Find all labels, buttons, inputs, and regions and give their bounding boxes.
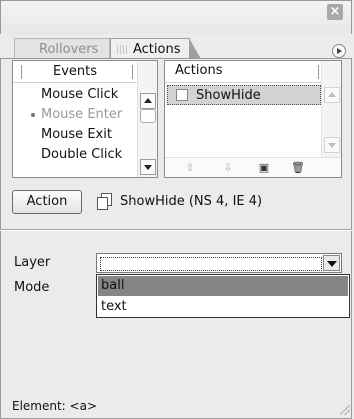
scroll-down-icon[interactable]	[140, 159, 156, 175]
event-item-mouse-exit[interactable]: Mouse Exit	[13, 125, 137, 145]
tab-actions[interactable]: Actions	[110, 38, 201, 59]
layer-label: Layer	[14, 255, 51, 270]
action-button-label: Action	[26, 194, 68, 209]
option-label: ball	[101, 278, 125, 293]
events-header: Events	[13, 61, 137, 83]
event-item-label: Double Click	[41, 147, 123, 162]
actions-header-label: Actions	[175, 63, 223, 78]
event-item-label: Mouse Exit	[41, 127, 112, 142]
divider-highlight	[0, 230, 352, 231]
actions-list[interactable]: Actions ShowHide ⇧ ⇩ ▣ 🗑	[164, 60, 342, 178]
tab-grip-icon	[117, 45, 127, 54]
actions-toolbar: ⇧ ⇩ ▣ 🗑	[165, 157, 341, 177]
move-down-icon[interactable]: ⇩	[221, 161, 235, 175]
action-checkbox[interactable]	[176, 89, 188, 101]
events-scrollbar[interactable]	[137, 61, 157, 177]
showhide-icon	[97, 193, 112, 210]
event-item-mouse-enter[interactable]: Mouse Enter	[13, 105, 137, 125]
scroll-thumb[interactable]	[140, 109, 156, 123]
close-icon[interactable]: ×	[327, 4, 343, 20]
layer-select[interactable]	[96, 253, 342, 273]
event-item-double-click[interactable]: Double Click	[13, 145, 137, 165]
action-button[interactable]: Action	[12, 190, 82, 214]
element-status: Element: <a>	[12, 399, 98, 413]
bullet-icon	[31, 113, 35, 117]
panel-titlebar: ×	[0, 0, 352, 34]
layer-dropdown-list[interactable]: ball text	[96, 274, 350, 318]
scroll-up-icon[interactable]	[324, 87, 340, 103]
trash-icon[interactable]: 🗑	[291, 161, 305, 175]
tab-rollovers[interactable]: Rollovers	[14, 38, 110, 59]
option-label: text	[101, 299, 127, 314]
action-item-showhide[interactable]: ShowHide	[167, 85, 321, 105]
action-target-label: ShowHide (NS 4, IE 4)	[120, 194, 263, 209]
layer-option-text[interactable]: text	[98, 297, 348, 317]
event-item-label: Mouse Click	[41, 87, 119, 102]
save-icon[interactable]: ▣	[257, 161, 271, 175]
scroll-up-icon[interactable]	[140, 93, 156, 109]
actions-header: Actions	[165, 61, 323, 83]
select-focus-ring	[100, 257, 322, 271]
tab-rollovers-label: Rollovers	[39, 42, 99, 57]
action-item-label: ShowHide	[196, 88, 261, 103]
events-header-label: Events	[52, 64, 97, 79]
actions-scrollbar[interactable]	[321, 61, 341, 157]
tab-actions-label: Actions	[133, 42, 181, 57]
panel-menu-icon[interactable]	[332, 44, 346, 58]
actions-panel: × Rollovers Actions Events Mouse Click M…	[0, 0, 354, 419]
scroll-down-icon[interactable]	[324, 137, 340, 153]
events-list[interactable]: Events Mouse Click Mouse Enter Mouse Exi…	[12, 60, 158, 178]
event-item-label: Mouse Enter	[41, 107, 123, 122]
event-item-mouse-click[interactable]: Mouse Click	[13, 85, 137, 105]
move-up-icon[interactable]: ⇧	[183, 161, 197, 175]
mode-label: Mode	[14, 280, 50, 295]
resize-grip-icon[interactable]	[340, 405, 350, 415]
layer-option-ball[interactable]: ball	[98, 276, 348, 296]
chevron-down-icon[interactable]	[323, 255, 340, 271]
